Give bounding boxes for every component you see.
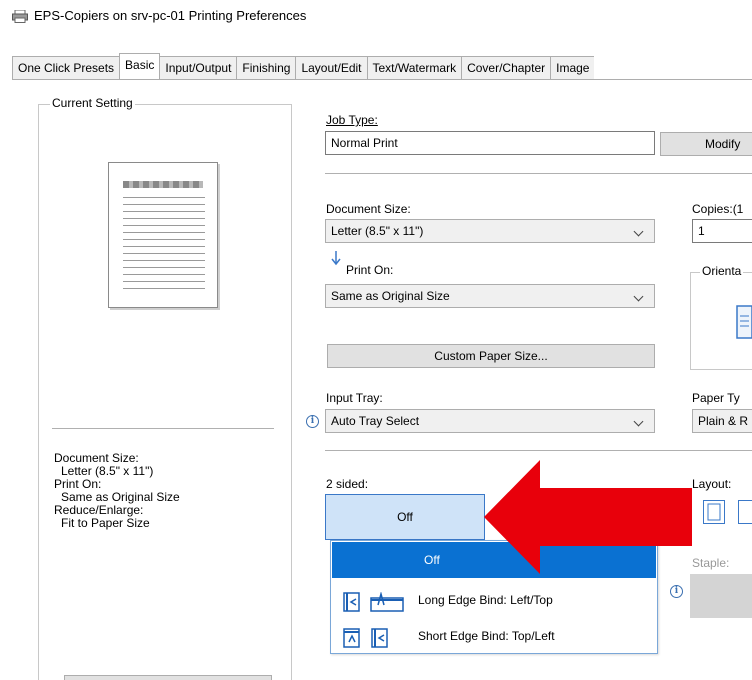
tab-bar: One Click Presets Basic Input/Output Fin…: [12, 53, 752, 80]
option-short-edge-bind[interactable]: Short Edge Bind: Top/Left: [332, 618, 656, 654]
orientation-label: Orienta: [700, 264, 744, 278]
current-setting-separator: [52, 428, 274, 429]
layout-single-page-button[interactable]: [703, 500, 725, 524]
current-setting-label: Current Setting: [50, 96, 135, 110]
info-icon[interactable]: i: [670, 585, 683, 598]
input-tray-select[interactable]: Auto Tray Select: [325, 409, 655, 433]
tab-basic[interactable]: Basic: [119, 53, 161, 80]
staple-select[interactable]: [690, 574, 752, 618]
job-type-label: Job Type:: [326, 113, 378, 127]
layout-multi-page-button[interactable]: [738, 500, 752, 524]
long-edge-bind-landscape-icon: [370, 590, 406, 612]
chevron-down-icon: [633, 416, 644, 427]
modify-button[interactable]: Modify: [660, 132, 752, 156]
down-arrow-icon: [330, 250, 342, 266]
paper-type-label: Paper Ty: [692, 391, 740, 405]
preview-header-bar: [123, 181, 203, 188]
document-size-value: Letter (8.5" x 11"): [331, 224, 424, 238]
summary-value: Fit to Paper Size: [61, 516, 150, 530]
option-label: Short Edge Bind: Top/Left: [418, 629, 555, 643]
window-title-bar: EPS-Copiers on srv-pc-01 Printing Prefer…: [12, 8, 306, 23]
tab-finishing[interactable]: Finishing: [236, 56, 296, 79]
tab-layout-edit[interactable]: Layout/Edit: [295, 56, 367, 79]
document-size-select[interactable]: Letter (8.5" x 11"): [325, 219, 655, 243]
print-on-label: Print On:: [346, 263, 394, 277]
section-separator: [325, 173, 752, 174]
print-on-value: Same as Original Size: [331, 289, 450, 303]
paper-type-select[interactable]: Plain & R: [692, 409, 752, 433]
option-long-edge-bind[interactable]: Long Edge Bind: Left/Top: [332, 582, 656, 618]
input-tray-label: Input Tray:: [326, 391, 383, 405]
print-on-select[interactable]: Same as Original Size: [325, 284, 655, 308]
tab-one-click-presets[interactable]: One Click Presets: [12, 56, 120, 79]
info-icon[interactable]: i: [306, 415, 319, 428]
layout-label: Layout:: [692, 477, 732, 491]
default-settings-button[interactable]: [64, 675, 272, 680]
window-title: EPS-Copiers on srv-pc-01 Printing Prefer…: [34, 8, 307, 23]
tab-text-watermark[interactable]: Text/Watermark: [366, 56, 462, 79]
preview-text-lines: [123, 197, 205, 295]
long-edge-bind-portrait-icon: [342, 590, 362, 612]
two-sided-label: 2 sided:: [326, 477, 369, 491]
staple-label: Staple:: [692, 556, 730, 570]
tab-panel-border: [12, 79, 752, 80]
copies-input[interactable]: 1: [692, 219, 752, 243]
tab-cover-chapter[interactable]: Cover/Chapter: [461, 56, 551, 79]
chevron-down-icon: [633, 226, 644, 237]
job-type-field[interactable]: Normal Print: [325, 131, 655, 155]
short-edge-bind-portrait-icon: [342, 626, 362, 648]
tab-image[interactable]: Image: [550, 56, 595, 79]
current-setting-summary: Document Size: Letter (8.5" x 11") Print…: [54, 452, 180, 530]
input-tray-value: Auto Tray Select: [331, 414, 420, 428]
two-sided-dropdown[interactable]: Off: [325, 494, 485, 540]
portrait-orientation-icon[interactable]: [733, 304, 752, 340]
copies-label: Copies:(1: [692, 202, 744, 216]
document-size-label: Document Size:: [326, 202, 411, 216]
red-pointer-arrow-icon: [484, 458, 694, 576]
chevron-down-icon: [633, 291, 644, 302]
short-edge-bind-landscape-icon: [370, 626, 390, 648]
tab-input-output[interactable]: Input/Output: [160, 56, 237, 79]
job-type-label-text: Job Type:: [326, 113, 378, 127]
printer-icon: [12, 9, 28, 23]
custom-paper-size-button[interactable]: Custom Paper Size...: [327, 344, 655, 368]
option-label: Long Edge Bind: Left/Top: [418, 593, 553, 607]
section-separator: [325, 450, 752, 451]
page-preview: [108, 162, 218, 308]
